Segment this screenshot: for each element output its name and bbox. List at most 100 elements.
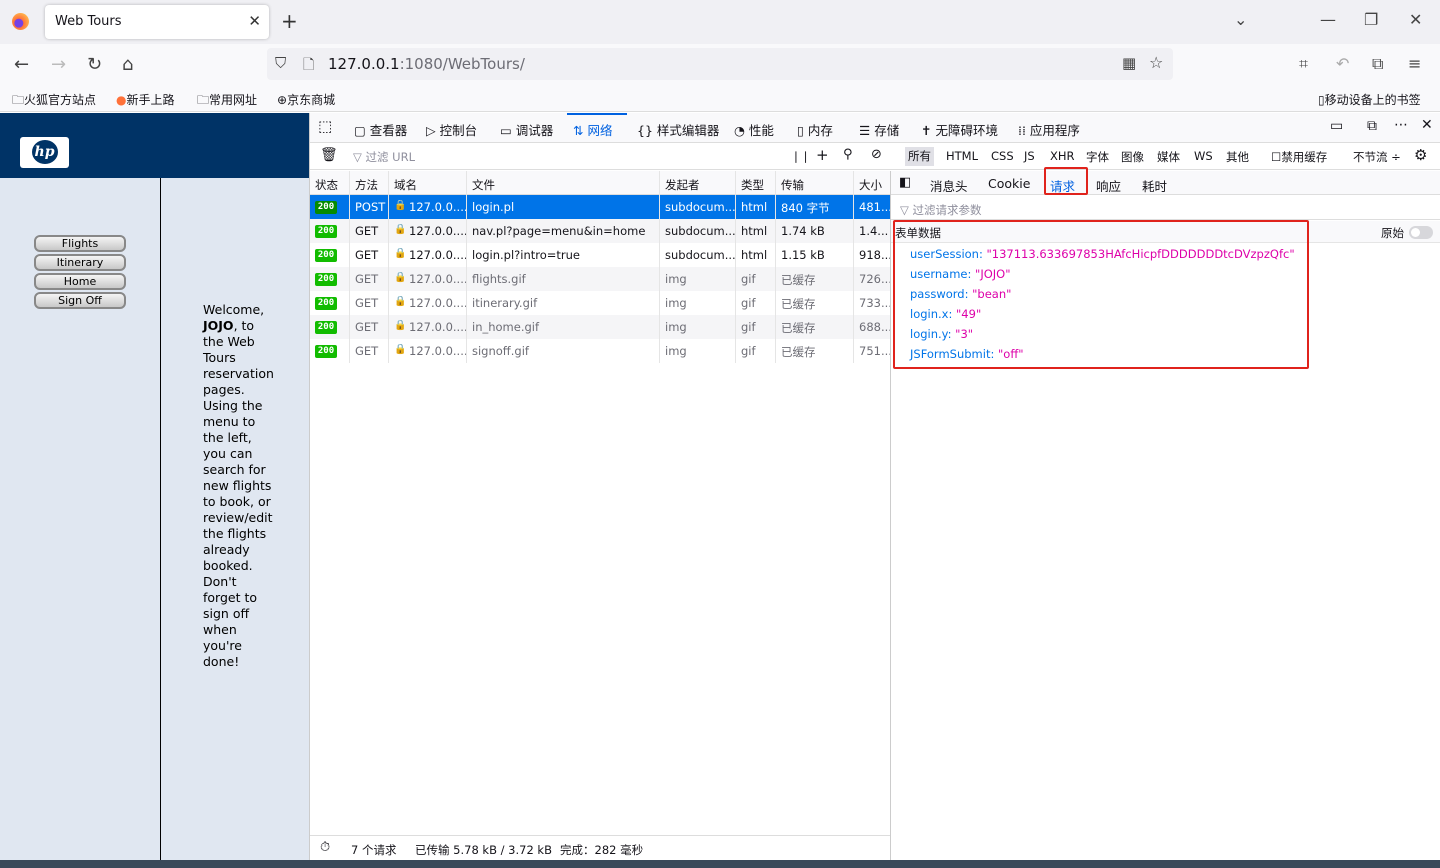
- tab-response[interactable]: 响应: [1096, 176, 1121, 195]
- gear-icon[interactable]: ⚙: [1414, 146, 1427, 164]
- filter-other[interactable]: 其他: [1226, 149, 1249, 165]
- web-page: hp Flights Itinerary Home Sign Off Welco…: [0, 113, 309, 860]
- add-icon[interactable]: +: [816, 146, 829, 164]
- folder-icon: 🗀: [197, 93, 210, 107]
- disable-cache-checkbox[interactable]: ☐禁用缓存: [1271, 149, 1327, 165]
- home-icon[interactable]: ⌂: [122, 54, 133, 75]
- globe-icon: ⊕: [277, 93, 288, 107]
- flights-button[interactable]: Flights: [34, 235, 126, 252]
- filter-ws[interactable]: WS: [1194, 149, 1213, 163]
- table-row[interactable]: 200 GET 127.0.0.... 🔒 nav.pl?page=menu&in=ho…: [310, 219, 890, 243]
- close-devtools-icon[interactable]: ✕: [1421, 117, 1433, 133]
- bookmark-star-icon[interactable]: ☆: [1149, 53, 1163, 72]
- mobile-bookmarks[interactable]: ▯移动设备上的书签: [1318, 91, 1421, 108]
- bookmark-1[interactable]: 🗀火狐官方站点: [12, 91, 96, 112]
- pause-icon[interactable]: ❘❘: [791, 149, 810, 163]
- col-initiator[interactable]: 发起者: [665, 177, 700, 193]
- forward-icon[interactable]: →: [51, 54, 66, 75]
- tab-inspector[interactable]: ▢ 查看器: [354, 120, 407, 139]
- tab-debugger[interactable]: ▭ 调试器: [500, 120, 553, 139]
- dock-icon[interactable]: ▭: [1330, 118, 1343, 134]
- url-filter-input[interactable]: ▽ 过滤 URL: [353, 149, 415, 165]
- header-banner: hp: [0, 113, 309, 178]
- sign-off-button[interactable]: Sign Off: [34, 292, 126, 309]
- picker-icon[interactable]: ⬚: [318, 117, 332, 135]
- bookmark-4[interactable]: ⊕京东商城: [277, 91, 335, 108]
- back-icon[interactable]: ←: [14, 54, 29, 75]
- minimize-icon[interactable]: —: [1320, 10, 1336, 29]
- close-tab-icon[interactable]: ✕: [248, 12, 261, 30]
- tab-storage[interactable]: ☰ 存储: [859, 120, 899, 139]
- window-close-icon[interactable]: ✕: [1409, 10, 1422, 29]
- undo-icon[interactable]: ↶: [1336, 54, 1349, 73]
- bookmark-2[interactable]: ●新手上路: [116, 91, 175, 108]
- url-bar[interactable]: ⛉ 🗋 127.0.0.1:1080/WebTours/ ▦ ☆: [267, 48, 1173, 80]
- throttle-select[interactable]: 不节流 ÷: [1353, 149, 1401, 165]
- search-icon[interactable]: ⚲: [843, 147, 853, 162]
- screenshot-icon[interactable]: ⌗: [1299, 54, 1308, 74]
- mobile-icon: ▯: [1318, 93, 1325, 107]
- table-row[interactable]: 200 GET 127.0.0.... 🔒 login.pl?intro=true sub…: [310, 243, 890, 267]
- col-domain[interactable]: 域名: [394, 177, 417, 193]
- raw-toggle[interactable]: [1409, 226, 1433, 239]
- table-row[interactable]: 200 GET 127.0.0.... 🔒 itinerary.gif img gif 已缓存…: [310, 291, 890, 315]
- new-tab-icon[interactable]: +: [281, 9, 298, 33]
- col-size[interactable]: 大小: [859, 177, 882, 193]
- cell-transfer: 1.15 kB: [781, 248, 825, 262]
- network-icon: ⇅: [573, 123, 588, 138]
- restore-icon[interactable]: ❐: [1364, 10, 1378, 29]
- list-all-tabs-icon[interactable]: ⌄: [1234, 10, 1247, 29]
- page-info-icon[interactable]: 🗋: [303, 54, 314, 78]
- filter-all[interactable]: 所有: [905, 147, 934, 166]
- filter-html[interactable]: HTML: [946, 149, 978, 163]
- trash-icon[interactable]: 🗑: [320, 147, 338, 163]
- tab-memory[interactable]: ▯ 内存: [797, 120, 833, 139]
- tab-web-tours[interactable]: Web Tours ✕: [45, 5, 269, 39]
- tab-application[interactable]: ⁞⁞ 应用程序: [1018, 120, 1080, 139]
- menu-icon[interactable]: ≡: [1408, 54, 1421, 73]
- home-button[interactable]: Home: [34, 273, 126, 290]
- col-file[interactable]: 文件: [472, 177, 495, 193]
- tab-style-editor[interactable]: {} 样式编辑器: [637, 120, 719, 139]
- reload-icon[interactable]: ↻: [87, 54, 102, 75]
- itinerary-button[interactable]: Itinerary: [34, 254, 126, 271]
- param-filter-input[interactable]: ▽ 过滤请求参数: [891, 196, 1440, 220]
- bookmark-3[interactable]: 🗀常用网址: [197, 91, 257, 112]
- tab-performance[interactable]: ◔ 性能: [734, 120, 774, 139]
- filter-media[interactable]: 媒体: [1157, 149, 1180, 165]
- block-icon[interactable]: ⊘: [871, 147, 882, 162]
- stopwatch-icon[interactable]: ⏱: [320, 840, 330, 855]
- filter-css[interactable]: CSS: [991, 149, 1014, 163]
- shield-icon[interactable]: ⛉: [275, 54, 286, 72]
- qr-code-icon[interactable]: ▦: [1122, 54, 1136, 72]
- firefox-icon[interactable]: [12, 13, 29, 30]
- filter-images[interactable]: 图像: [1121, 149, 1144, 165]
- col-status[interactable]: 状态: [315, 177, 338, 193]
- tab-timings[interactable]: 耗时: [1142, 176, 1167, 195]
- popout-icon[interactable]: ⧉: [1367, 118, 1377, 134]
- more-icon[interactable]: ⋯: [1394, 117, 1408, 133]
- tab-console[interactable]: ▷ 控制台: [426, 120, 477, 139]
- table-row[interactable]: 200 GET 127.0.0.... 🔒 signoff.gif img gif 已缓存 75…: [310, 339, 890, 363]
- tab-accessibility[interactable]: ✝ 无障碍环境: [921, 120, 998, 139]
- col-divider: [735, 171, 736, 363]
- table-row[interactable]: 200 GET 127.0.0.... 🔒 flights.gif img gif 已缓存 72…: [310, 267, 890, 291]
- col-transfer[interactable]: 传输: [781, 177, 804, 193]
- tab-cookies[interactable]: Cookie: [988, 176, 1030, 191]
- filter-xhr[interactable]: XHR: [1050, 149, 1075, 163]
- col-method[interactable]: 方法: [355, 177, 378, 193]
- welcome-line: you're: [203, 638, 242, 653]
- cell-transfer: 已缓存: [781, 297, 816, 311]
- filter-js[interactable]: JS: [1024, 149, 1035, 163]
- toggle-sidebar-icon[interactable]: ◧: [899, 175, 911, 190]
- cell-initiator: img: [665, 320, 687, 334]
- welcome-line: search for: [203, 462, 266, 477]
- tab-network[interactable]: ⇅ 网络: [573, 120, 612, 139]
- cell-type: html: [741, 200, 768, 214]
- extensions-icon[interactable]: ⧉: [1372, 54, 1383, 74]
- table-row[interactable]: 200 GET 127.0.0.... 🔒 in_home.gif img gif 已缓存 68…: [310, 315, 890, 339]
- table-row[interactable]: 200 POST 127.0.0.... 🔒 login.pl subdocum... ht…: [310, 195, 890, 219]
- tab-headers[interactable]: 消息头: [930, 176, 968, 195]
- col-type[interactable]: 类型: [741, 177, 764, 193]
- filter-fonts[interactable]: 字体: [1086, 149, 1109, 165]
